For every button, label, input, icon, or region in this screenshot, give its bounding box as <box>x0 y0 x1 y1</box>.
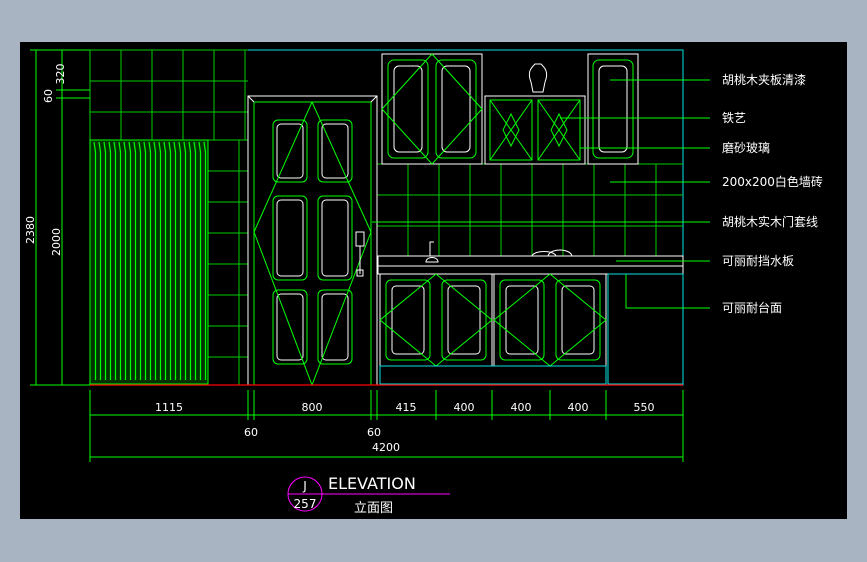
dim-400-b: 400 <box>511 401 532 414</box>
note-door-casing: 胡桃木实木门套线 <box>722 214 818 229</box>
dim-total-4200: 4200 <box>372 441 400 454</box>
dim-400-c: 400 <box>568 401 589 414</box>
dim-550: 550 <box>634 401 655 414</box>
dim-vertical-60: 60 <box>42 89 55 103</box>
dim-gap-60-right: 60 <box>367 426 381 439</box>
title-sheet-number: 257 <box>294 497 317 511</box>
drawing-viewport[interactable]: 320 60 2380 2000 1115 800 415 400 400 40… <box>20 42 847 519</box>
elevation-drawing: 320 60 2380 2000 1115 800 415 400 400 40… <box>24 49 823 516</box>
dim-1115: 1115 <box>155 401 183 414</box>
dim-415: 415 <box>396 401 417 414</box>
dim-gap-60-left: 60 <box>244 426 258 439</box>
dim-vertical-2000: 2000 <box>50 228 63 256</box>
note-countertop: 可丽耐台面 <box>722 300 782 315</box>
title-subtitle: 立面图 <box>354 501 393 516</box>
title-block: J 257 ELEVATION 立面图 <box>287 474 450 516</box>
title-elevation: ELEVATION <box>328 474 416 493</box>
note-white-tile: 200x200白色墙砖 <box>722 174 823 189</box>
note-backsplash: 可丽耐挡水板 <box>722 254 794 268</box>
note-frosted-glass: 磨砂玻璃 <box>722 141 770 155</box>
note-wrought-iron: 铁艺 <box>722 111 746 125</box>
lower-cabinets <box>377 241 684 385</box>
dim-800: 800 <box>302 401 323 414</box>
door-panels <box>253 101 372 386</box>
curtain-panel <box>89 139 209 385</box>
note-walnut-veneer: 胡桃木夹板清漆 <box>722 72 806 87</box>
dim-400-a: 400 <box>454 401 475 414</box>
vertical-dimensions <box>30 49 90 386</box>
door-frame <box>247 95 378 386</box>
dim-vertical-2380: 2380 <box>24 216 37 244</box>
title-detail-letter: J <box>302 479 307 493</box>
dim-vertical-320: 320 <box>54 64 67 85</box>
